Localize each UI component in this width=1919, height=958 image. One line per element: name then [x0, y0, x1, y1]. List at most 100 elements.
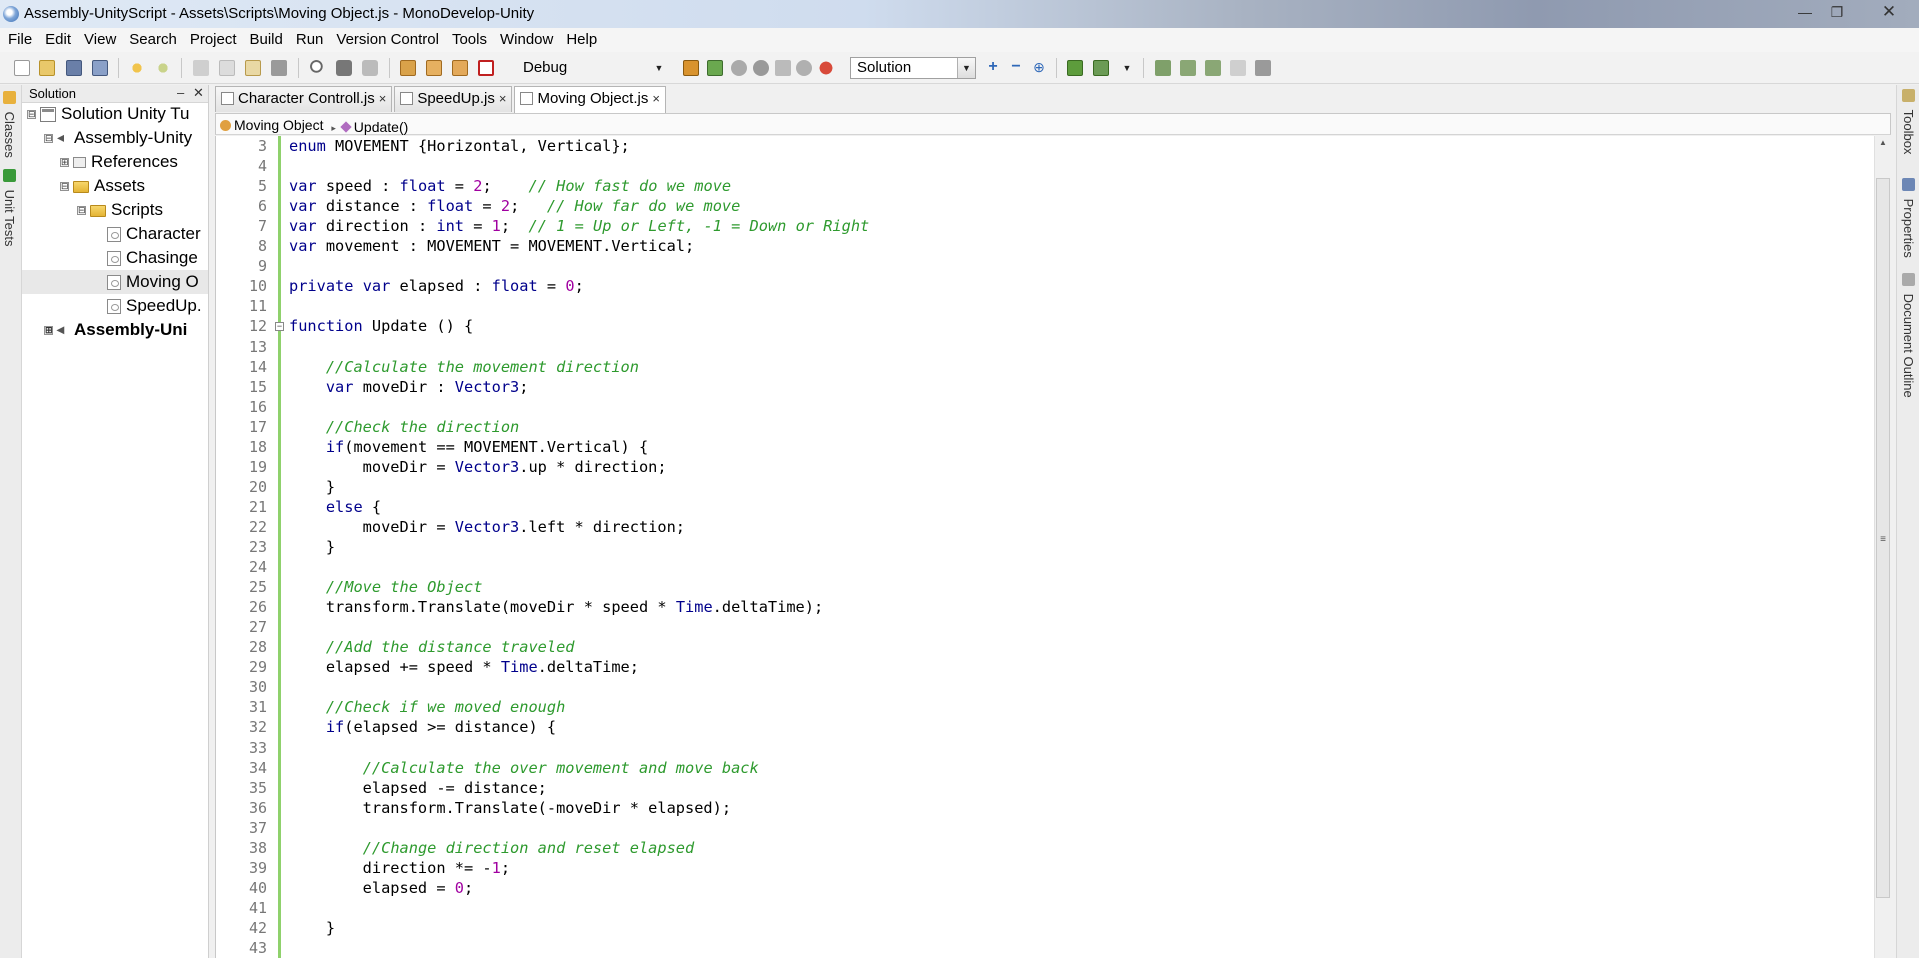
code-line[interactable]: var movement : MOVEMENT = MOVEMENT.Verti…: [289, 237, 694, 255]
save-icon[interactable]: [66, 60, 82, 76]
close-window-button[interactable]: ✕: [1876, 2, 1902, 22]
code-line[interactable]: //Move the Object: [289, 578, 483, 596]
menu-window[interactable]: Window: [500, 28, 559, 52]
menu-search[interactable]: Search: [129, 28, 183, 52]
vertical-scrollbar[interactable]: ▲ ≡: [1874, 136, 1891, 958]
tree-expander[interactable]: ⊞: [44, 325, 53, 335]
tree-item-solution[interactable]: ⊟ Solution Unity Tu: [27, 102, 190, 126]
code-line[interactable]: //Check if we moved enough: [289, 698, 565, 716]
breadcrumb-method[interactable]: Update(): [340, 119, 408, 135]
run-icon[interactable]: [1067, 60, 1083, 76]
configuration-select[interactable]: Debug ▼: [516, 57, 669, 79]
code-line[interactable]: }: [289, 919, 335, 937]
menu-build[interactable]: Build: [250, 28, 289, 52]
code-line[interactable]: enum MOVEMENT {Horizontal, Vertical};: [289, 137, 630, 155]
save-all-icon[interactable]: [92, 60, 108, 76]
code-line[interactable]: //Add the distance traveled: [289, 638, 575, 656]
paste-icon[interactable]: [245, 60, 261, 76]
close-tab-icon[interactable]: ×: [499, 91, 507, 106]
code-line[interactable]: //Calculate the movement direction: [289, 358, 639, 376]
scroll-up-icon[interactable]: ▲: [1875, 138, 1891, 147]
build-icon[interactable]: [683, 60, 699, 76]
code-line[interactable]: private var elapsed : float = 0;: [289, 277, 584, 295]
classes-pad-tab[interactable]: Classes: [2, 91, 17, 158]
code-line[interactable]: elapsed -= distance;: [289, 779, 547, 797]
code-line[interactable]: direction *= -1;: [289, 859, 510, 877]
tree-item-assembly-unityscript[interactable]: ⊟ Assembly-Unity: [44, 126, 192, 150]
build-all-icon[interactable]: [707, 60, 723, 76]
tree-item-assets[interactable]: ⊟ Assets: [60, 174, 145, 198]
menu-edit[interactable]: Edit: [45, 28, 77, 52]
solution-target-select[interactable]: Solution ▼: [850, 57, 976, 79]
menu-file[interactable]: File: [8, 28, 38, 52]
code-line[interactable]: //Calculate the over movement and move b…: [289, 759, 759, 777]
code-line[interactable]: var speed : float = 2; // How fast do we…: [289, 177, 731, 195]
new-file-icon[interactable]: [14, 60, 30, 76]
menu-tools[interactable]: Tools: [452, 28, 493, 52]
copy-icon[interactable]: [219, 60, 235, 76]
clean-icon[interactable]: [753, 60, 769, 76]
tab-character-controll[interactable]: Character Controll.js ×: [215, 86, 393, 112]
tree-item-speedup-script[interactable]: SpeedUp.: [107, 294, 202, 318]
undo-icon[interactable]: [129, 60, 145, 76]
code-text[interactable]: enum MOVEMENT {Horizontal, Vertical}; var…: [289, 136, 1859, 958]
tree-item-moving-object-script[interactable]: Moving O: [22, 270, 208, 294]
attach-debugger-icon[interactable]: [1093, 60, 1109, 76]
tree-expander[interactable]: ⊟: [44, 133, 53, 143]
tree-expander[interactable]: ⊞: [60, 157, 69, 167]
redo-icon[interactable]: [155, 60, 171, 76]
continue-icon[interactable]: [1255, 60, 1271, 76]
code-line[interactable]: transform.Translate(-moveDir * elapsed);: [289, 799, 731, 817]
monodevelop-app-icon[interactable]: [3, 6, 19, 22]
menu-run[interactable]: Run: [296, 28, 330, 52]
code-line[interactable]: var direction : int = 1; // 1 = Up or Le…: [289, 217, 869, 235]
step-into-icon[interactable]: [775, 60, 791, 76]
rebuild-icon[interactable]: [731, 60, 747, 76]
tree-expander[interactable]: ⊟: [60, 181, 69, 191]
open-file-icon[interactable]: [39, 60, 55, 76]
cut-icon[interactable]: [193, 60, 209, 76]
tab-moving-object[interactable]: Moving Object.js ×: [514, 86, 666, 113]
tab-speedup[interactable]: SpeedUp.js ×: [394, 86, 513, 112]
code-line[interactable]: transform.Translate(moveDir * speed * Ti…: [289, 598, 823, 616]
collapse-pad-button[interactable]: –: [177, 85, 184, 100]
close-tab-icon[interactable]: ×: [652, 91, 660, 106]
tree-item-character-script[interactable]: Character: [107, 222, 201, 246]
code-editor[interactable]: 3 4 5 6 7 8 9 10 11 12 13 14 15 16 17 18 19 20 21 22 23 24 25 2…: [215, 136, 1891, 958]
pause-icon[interactable]: [1230, 60, 1246, 76]
code-line[interactable]: //Check the direction: [289, 418, 519, 436]
find-in-files-icon[interactable]: [336, 60, 352, 76]
code-line[interactable]: }: [289, 478, 335, 496]
code-line[interactable]: var distance : float = 2; // How far do …: [289, 197, 740, 215]
clear-bookmarks-icon[interactable]: [478, 60, 494, 76]
code-line[interactable]: else {: [289, 498, 381, 516]
code-line[interactable]: elapsed += speed * Time.deltaTime;: [289, 658, 639, 676]
tree-item-assembly-second[interactable]: ⊞ Assembly-Uni: [44, 318, 187, 342]
code-line[interactable]: elapsed = 0;: [289, 879, 474, 897]
zoom-out-icon[interactable]: −: [1008, 59, 1024, 76]
code-line[interactable]: moveDir = Vector3.left * direction;: [289, 518, 685, 536]
restore-button[interactable]: ❐: [1824, 2, 1850, 22]
menu-view[interactable]: View: [84, 28, 122, 52]
step-over-icon[interactable]: [796, 60, 812, 76]
code-line[interactable]: //Change direction and reset elapsed: [289, 839, 695, 857]
close-pad-button[interactable]: ✕: [193, 85, 204, 101]
code-line[interactable]: var moveDir : Vector3;: [289, 378, 529, 396]
tree-item-scripts[interactable]: ⊟ Scripts: [77, 198, 163, 222]
menu-version-control[interactable]: Version Control: [336, 28, 445, 52]
tree-item-chasing-script[interactable]: Chasinge: [107, 246, 198, 270]
menu-help[interactable]: Help: [566, 28, 603, 52]
code-line[interactable]: }: [289, 538, 335, 556]
chevron-down-icon[interactable]: ▼: [1119, 60, 1135, 76]
menu-project[interactable]: Project: [190, 28, 243, 52]
fold-toggle-icon[interactable]: −: [275, 322, 284, 332]
indent-icon[interactable]: [400, 60, 416, 76]
code-line[interactable]: if(movement == MOVEMENT.Vertical) {: [289, 438, 648, 456]
breadcrumb-class[interactable]: Moving Object: [220, 117, 323, 133]
bookmark-next-icon[interactable]: [452, 60, 468, 76]
document-outline-pad-tab[interactable]: Document Outline: [1901, 273, 1916, 398]
tree-item-references[interactable]: ⊞ References: [60, 150, 178, 174]
zoom-in-icon[interactable]: +: [985, 59, 1001, 76]
find-icon[interactable]: [310, 60, 326, 76]
step-out-icon[interactable]: [1180, 60, 1196, 76]
